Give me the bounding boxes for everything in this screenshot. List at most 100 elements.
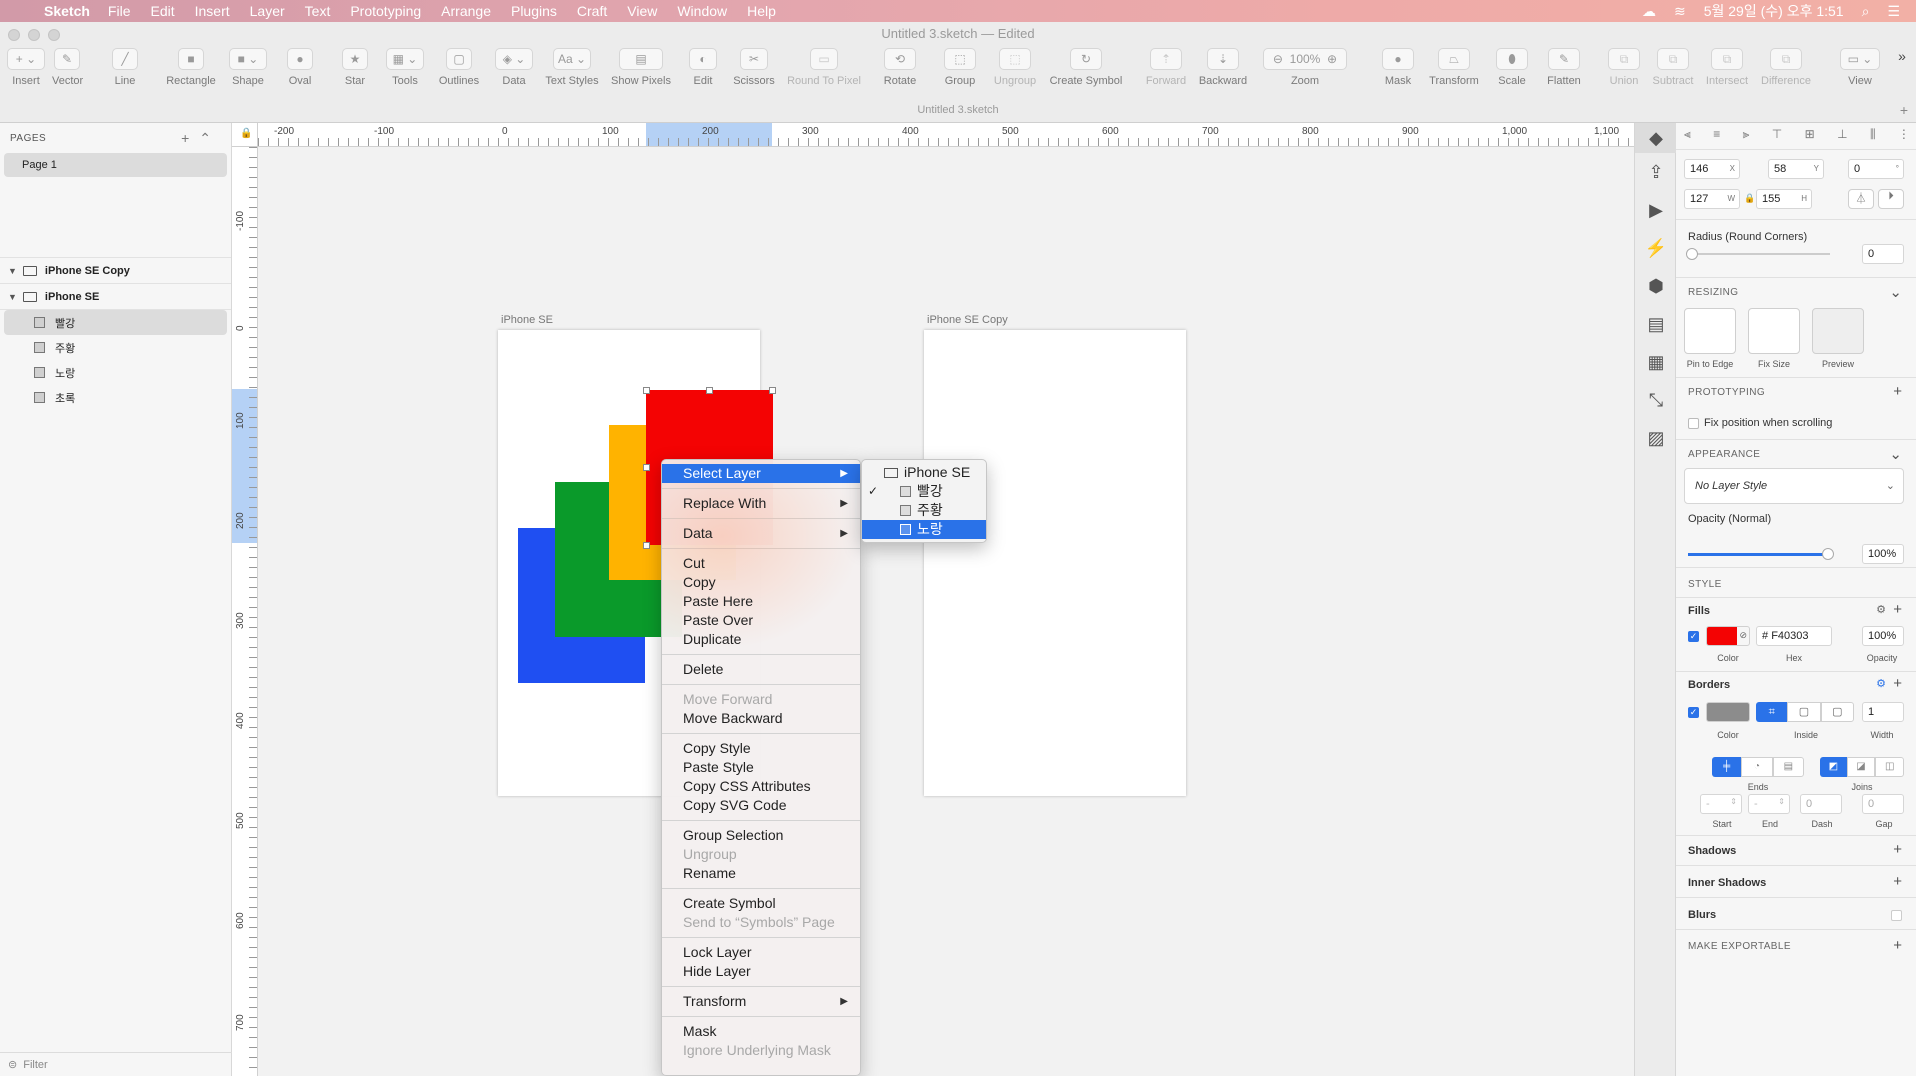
resize-handle[interactable] (643, 464, 650, 471)
disclosure-icon[interactable]: ▼ (8, 266, 17, 276)
scissors-button[interactable]: ✂ Scissors (732, 48, 776, 87)
menu-paste-here[interactable]: Paste Here (662, 592, 860, 611)
menu-help[interactable]: Help (747, 3, 776, 19)
resize-handle[interactable] (643, 542, 650, 549)
clock[interactable]: 5월 29일 (수) 오후 1:51 (1704, 1, 1844, 21)
flip-vertical-icon[interactable]: ⏵ (1878, 189, 1904, 209)
oval-button[interactable]: ● Oval (282, 48, 318, 87)
layer-style-select[interactable]: No Layer Style ⌄ (1684, 468, 1904, 504)
menu-transform[interactable]: Transform (662, 992, 860, 1011)
star-button[interactable]: ★ Star (340, 48, 370, 87)
play-icon[interactable]: ▶ (1635, 191, 1677, 229)
menu-duplicate[interactable]: Duplicate (662, 630, 860, 649)
border-width-field[interactable]: 1 (1862, 702, 1904, 722)
menu-replace-with[interactable]: Replace With (662, 494, 860, 513)
menu-copy-style[interactable]: Copy Style (662, 739, 860, 758)
border-center-icon[interactable]: ⌗ (1756, 702, 1788, 722)
opacity-slider-knob[interactable] (1822, 548, 1834, 560)
design-tab-icon[interactable]: ◆ (1635, 123, 1677, 153)
dash-field[interactable]: 0 (1800, 794, 1842, 814)
rectangle-button[interactable]: ■ Rectangle (162, 48, 220, 87)
app-menu[interactable]: Sketch (44, 3, 90, 19)
menu-ungroup[interactable]: Ungroup (662, 845, 860, 864)
opacity-field[interactable]: 100% (1862, 544, 1904, 564)
distribute-h-icon[interactable]: ⫼ (1870, 127, 1876, 147)
arrow-start-select[interactable]: - ⇕ (1700, 794, 1742, 814)
menu-prototyping[interactable]: Prototyping (350, 3, 421, 19)
border-enabled-checkbox[interactable]: ✓ (1688, 707, 1699, 718)
add-fill-icon[interactable]: + (1893, 601, 1902, 618)
zoom-control[interactable]: ⊖ 100% ⊕ Zoom (1262, 48, 1348, 87)
backward-button[interactable]: ⇣ Backward (1196, 48, 1250, 87)
menu-copy-css[interactable]: Copy CSS Attributes (662, 777, 860, 796)
lock-guides-icon[interactable]: 🔒 (232, 123, 258, 146)
blur-checkbox[interactable] (1891, 910, 1902, 921)
subtract-button[interactable]: ⧉ Subtract (1648, 48, 1698, 87)
collapse-appearance-icon[interactable]: ⌄ (1889, 445, 1902, 463)
menu-list-icon[interactable]: ☰ (1887, 3, 1900, 20)
zoom-field[interactable]: ⊖ 100% ⊕ (1263, 48, 1347, 70)
gap-field[interactable]: 0 (1862, 794, 1904, 814)
join-round-icon[interactable]: ◪ (1846, 757, 1876, 777)
join-miter-icon[interactable]: ◩ (1820, 757, 1847, 777)
wifi-icon[interactable]: ≋ (1674, 3, 1686, 20)
border-settings-icon[interactable]: ⚙ (1876, 677, 1886, 690)
vertical-ruler[interactable]: -100 0 100 200 300 400 500 600 700 (232, 147, 258, 1076)
x-field[interactable]: 146 X (1684, 159, 1740, 179)
zoom-in-icon[interactable]: ⊕ (1327, 52, 1337, 66)
menu-lock-layer[interactable]: Lock Layer (662, 943, 860, 962)
collapse-pages-icon[interactable]: ⌃ (199, 130, 221, 146)
line-button[interactable]: ╱ Line (110, 48, 140, 87)
menu-rename[interactable]: Rename (662, 864, 860, 883)
menu-select-layer[interactable]: Select Layer (662, 464, 860, 483)
lightning-icon[interactable]: ⚡ (1635, 229, 1677, 267)
lock-ratio-icon[interactable]: 🔒 (1744, 193, 1755, 204)
end-butt-icon[interactable]: ╪ (1712, 757, 1742, 777)
document-tab[interactable]: Untitled 3.sketch (0, 104, 1916, 116)
submenu-layer[interactable]: 주황 (862, 501, 986, 520)
shape-button[interactable]: ■ ⌄ Shape (228, 48, 268, 87)
text-styles-button[interactable]: Aa ⌄ Text Styles (542, 48, 602, 87)
fill-hex-field[interactable]: # F40303 (1756, 626, 1832, 646)
join-bevel-icon[interactable]: ◫ (1875, 757, 1905, 777)
opacity-label[interactable]: Opacity (Normal) (1688, 513, 1771, 525)
add-border-icon[interactable]: + (1893, 675, 1902, 692)
toolbar-overflow-icon[interactable]: » (1894, 48, 1910, 64)
group-button[interactable]: ⬚ Group (942, 48, 978, 87)
add-prototype-icon[interactable]: + (1893, 383, 1902, 400)
resize-handle[interactable] (769, 387, 776, 394)
arrow-end-select[interactable]: - ⇕ (1748, 794, 1790, 814)
align-right-icon[interactable]: ⫸ (1743, 127, 1750, 147)
add-export-icon[interactable]: + (1893, 937, 1902, 954)
artboard-label[interactable]: iPhone SE Copy (927, 314, 1008, 326)
intersect-button[interactable]: ⧉ Intersect (1702, 48, 1752, 87)
align-bottom-icon[interactable]: ⊥ (1837, 127, 1847, 147)
resize-handle[interactable] (706, 387, 713, 394)
artboard-label[interactable]: iPhone SE (501, 314, 553, 326)
align-middle-icon[interactable]: ⊞ (1805, 127, 1815, 147)
add-shadow-icon[interactable]: + (1893, 841, 1902, 858)
insert-button[interactable]: + ⌄ Insert (6, 48, 46, 87)
menu-edit[interactable]: Edit (150, 3, 174, 19)
horizontal-ruler[interactable]: 🔒 -200 -100 0 100 200 300 400 500 600 70… (232, 123, 1634, 147)
menu-copy-svg[interactable]: Copy SVG Code (662, 796, 860, 815)
menu-plugins[interactable]: Plugins (511, 3, 557, 19)
menu-delete[interactable]: Delete (662, 660, 860, 679)
layer-item[interactable]: 초록 (0, 385, 231, 410)
menu-craft[interactable]: Craft (577, 3, 607, 19)
align-top-icon[interactable]: ⊤ (1772, 127, 1782, 147)
forward-button[interactable]: ⇡ Forward (1144, 48, 1188, 87)
menu-ignore-mask[interactable]: Ignore Underlying Mask (662, 1041, 860, 1060)
flatten-button[interactable]: ✎ Flatten (1540, 48, 1588, 87)
radius-field[interactable]: 0 (1862, 244, 1904, 264)
fill-color-well[interactable]: ⊘ (1706, 626, 1750, 646)
zoom-out-icon[interactable]: ⊖ (1273, 52, 1283, 66)
layer-filter[interactable]: ⊜ Filter (0, 1052, 232, 1076)
hexagon-icon[interactable]: ⬢ (1635, 267, 1677, 305)
radius-slider[interactable] (1686, 248, 1830, 260)
layer-item[interactable]: 빨강 (4, 310, 227, 335)
menu-arrange[interactable]: Arrange (441, 3, 491, 19)
y-field[interactable]: 58 Y (1768, 159, 1824, 179)
round-to-pixel-button[interactable]: ▭ Round To Pixel (784, 48, 864, 87)
align-center-icon[interactable]: ≡ (1713, 127, 1720, 147)
